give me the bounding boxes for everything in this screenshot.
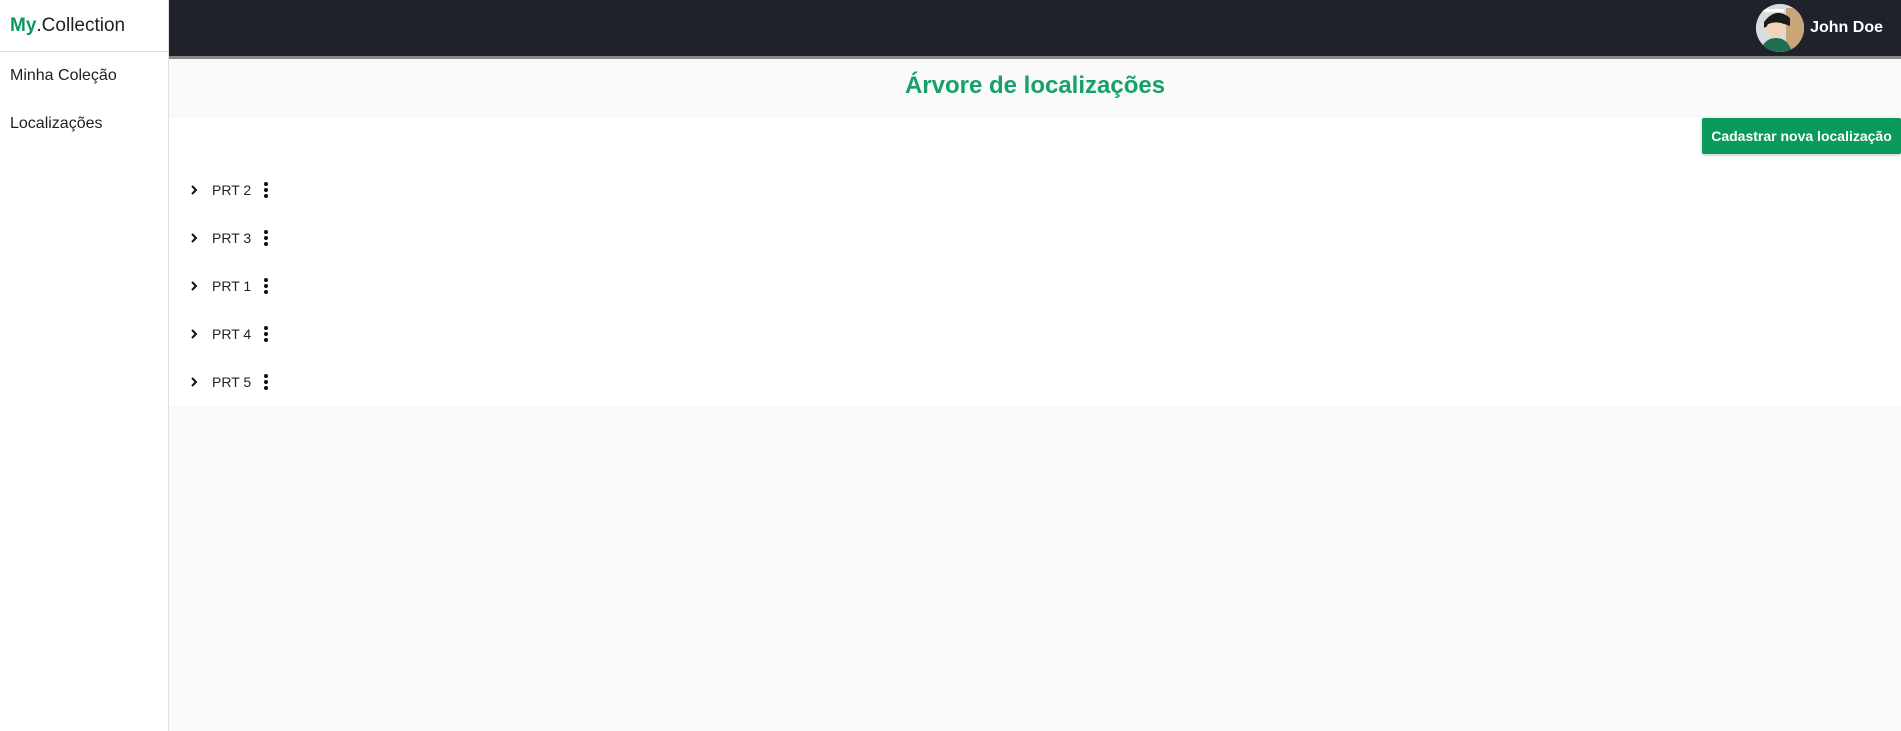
add-location-button[interactable]: Cadastrar nova localização [1702,118,1901,154]
brand-bold: My [10,14,37,36]
tree-node: PRT 3 [169,214,1901,262]
tree-node-label: PRT 4 [212,326,252,342]
sidebar-item-minha-colecao[interactable]: Minha Coleção [0,52,168,100]
more-vertical-icon[interactable] [254,274,278,298]
brand-rest: .Collection [36,14,126,36]
sidebar: My .Collection Minha Coleção Localizações [0,0,169,731]
chevron-right-icon[interactable] [185,325,203,343]
sidebar-item-localizacoes[interactable]: Localizações [0,100,168,148]
tree-node-label: PRT 1 [212,278,252,294]
chevron-right-icon[interactable] [185,181,203,199]
page-title: Árvore de localizações [169,59,1901,118]
avatar-image [1756,4,1805,52]
chevron-right-icon[interactable] [185,373,203,391]
top-bar: John Doe [169,0,1901,59]
chevron-right-icon[interactable] [185,277,203,295]
tree-node: PRT 1 [169,262,1901,310]
more-vertical-icon[interactable] [254,370,278,394]
tree-node-label: PRT 5 [212,374,252,390]
more-vertical-icon[interactable] [254,226,278,250]
tree-node-label: PRT 2 [212,182,252,198]
tree-node: PRT 4 [169,310,1901,358]
more-vertical-icon[interactable] [254,322,278,346]
main-content: Árvore de localizações Cadastrar nova lo… [169,59,1901,731]
user-menu[interactable]: John Doe [1756,4,1883,52]
avatar [1756,4,1805,52]
tree-node-label: PRT 3 [212,230,252,246]
brand-logo[interactable]: My .Collection [0,0,168,52]
chevron-right-icon[interactable] [185,229,203,247]
user-name: John Doe [1810,19,1883,36]
locations-panel: Cadastrar nova localização PRT 2 PRT 3 P… [169,118,1901,406]
location-tree: PRT 2 PRT 3 PRT 1 PRT 4 PRT 5 [169,166,1901,406]
more-vertical-icon[interactable] [254,178,278,202]
tree-node: PRT 2 [169,166,1901,214]
tree-node: PRT 5 [169,358,1901,406]
sidebar-nav: Minha Coleção Localizações [0,52,168,148]
